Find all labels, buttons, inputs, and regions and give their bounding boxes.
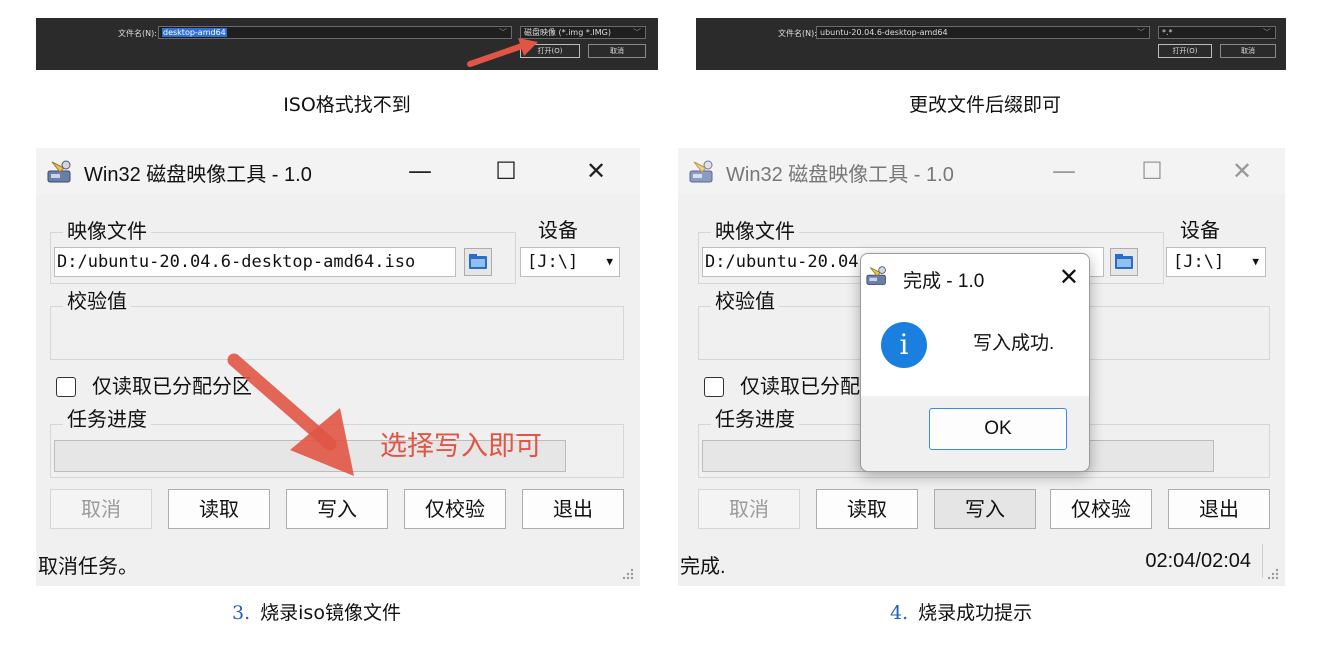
minimize-icon[interactable]: — (1044, 152, 1084, 190)
device-select[interactable]: [J:\] ▼ (1166, 247, 1266, 277)
caption-text: 烧录成功提示 (918, 602, 1033, 624)
disk-imager-app-icon (689, 160, 713, 183)
file-type-filter[interactable]: *.* ﹀ (1158, 26, 1276, 39)
dialog-message: 写入成功. (973, 333, 1055, 354)
chevron-down-icon: ▼ (1252, 255, 1259, 268)
status-text: 完成. (680, 556, 726, 578)
verify-only-button[interactable]: 仅校验 (404, 489, 506, 529)
folder-icon (469, 254, 487, 269)
cancel-button[interactable]: 取消 (50, 489, 152, 529)
filename-label: 文件名(N): (118, 29, 157, 38)
annotation-select-write: 选择写入即可 (380, 431, 542, 461)
chevron-down-icon[interactable]: ﹀ (1137, 27, 1145, 38)
annotation-arrow-icon (467, 38, 538, 67)
open-button[interactable]: 打开(O) (1158, 44, 1212, 58)
completion-dialog: 完成 - 1.0 ✕ i 写入成功. OK (860, 253, 1090, 472)
close-icon[interactable]: ✕ (576, 152, 616, 190)
device-select-value: [J:\] (527, 252, 579, 272)
filename-text: ubuntu-20.04.6-desktop-amd64 (820, 28, 948, 37)
caption-number: 4. (890, 602, 909, 624)
image-file-label: 映像文件 (711, 219, 799, 243)
device-select[interactable]: [J:\] ▼ (520, 247, 620, 277)
window-title: Win32 磁盘映像工具 - 1.0 (726, 164, 954, 186)
read-button[interactable]: 读取 (816, 489, 918, 529)
file-type-filter-value: *.* (1162, 28, 1173, 37)
caption-text: 烧录iso镜像文件 (260, 602, 401, 624)
title-bar[interactable]: Win32 磁盘映像工具 - 1.0 — ☐ ✕ (36, 148, 640, 194)
dialog-title: 完成 - 1.0 (903, 271, 985, 292)
file-dialog-strip-right: 文件名(N): ubuntu-20.04.6-desktop-amd64 ﹀ *… (696, 18, 1286, 70)
readonly-checkbox[interactable] (56, 377, 76, 397)
ok-button[interactable]: OK (929, 408, 1067, 450)
caption-change-suffix: 更改文件后缀即可 (908, 94, 1061, 116)
verify-only-button[interactable]: 仅校验 (1050, 489, 1152, 529)
close-icon[interactable]: ✕ (1222, 152, 1262, 190)
win32-disk-imager-window-left: Win32 磁盘映像工具 - 1.0 — ☐ ✕ 映像文件 D:/ubuntu-… (36, 148, 640, 586)
caption-number: 3. (232, 602, 251, 624)
maximize-icon[interactable]: ☐ (486, 152, 526, 190)
exit-button[interactable]: 退出 (1168, 489, 1270, 529)
filename-input[interactable]: desktop-amd64 ﹀ (158, 26, 512, 39)
hash-label: 校验值 (63, 289, 131, 313)
caption-burn-success: 4. 烧录成功提示 (890, 598, 1032, 625)
device-label: 设备 (1176, 218, 1224, 242)
browse-folder-button[interactable] (464, 248, 492, 276)
write-button[interactable]: 写入 (934, 489, 1036, 529)
chevron-down-icon: ▼ (606, 255, 613, 268)
caption-burn-iso: 3. 烧录iso镜像文件 (232, 598, 401, 625)
filename-selected-text: desktop-amd64 (162, 28, 227, 37)
device-select-value: [J:\] (1173, 252, 1225, 272)
resize-grip-icon[interactable] (620, 566, 634, 580)
dialog-body: 完成 - 1.0 ✕ i 写入成功. (861, 254, 1089, 396)
progress-label: 任务进度 (711, 407, 799, 431)
browse-folder-button[interactable] (1110, 248, 1138, 276)
image-file-label: 映像文件 (63, 219, 151, 243)
annotation-arrow-icon (227, 353, 354, 476)
hash-label: 校验值 (711, 289, 779, 313)
cancel-button[interactable]: 取消 (588, 44, 646, 58)
chevron-down-icon: ﹀ (1263, 28, 1271, 37)
progress-label: 任务进度 (63, 407, 151, 431)
status-separator (1262, 544, 1263, 578)
cancel-button[interactable]: 取消 (698, 489, 800, 529)
image-path-input[interactable]: D:/ubuntu-20.04.6-desktop-amd64.iso (54, 247, 456, 277)
folder-icon (1115, 254, 1133, 269)
caption-iso-not-found: ISO格式找不到 (283, 94, 411, 116)
minimize-icon[interactable]: — (400, 152, 440, 190)
status-text: 取消任务。 (38, 556, 138, 578)
read-button[interactable]: 读取 (168, 489, 270, 529)
elapsed-time: 02:04/02:04 (1145, 550, 1251, 572)
cancel-button[interactable]: 取消 (1220, 44, 1276, 58)
filename-label: 文件名(N): (778, 29, 817, 38)
title-bar[interactable]: Win32 磁盘映像工具 - 1.0 — ☐ ✕ (678, 148, 1285, 194)
chevron-down-icon: ﹀ (633, 28, 641, 37)
info-icon: i (881, 322, 927, 368)
write-button[interactable]: 写入 (286, 489, 388, 529)
window-title: Win32 磁盘映像工具 - 1.0 (84, 164, 312, 186)
resize-grip-icon[interactable] (1265, 566, 1279, 580)
readonly-checkbox[interactable] (704, 377, 724, 397)
file-dialog-strip-left: 文件名(N): desktop-amd64 ﹀ 磁盘映像 (*.img *.IM… (36, 18, 658, 70)
filename-input[interactable]: ubuntu-20.04.6-desktop-amd64 ﹀ (816, 26, 1150, 39)
device-label: 设备 (534, 218, 582, 242)
win32-disk-imager-window-right: Win32 磁盘映像工具 - 1.0 — ☐ ✕ 映像文件 D:/ubuntu-… (678, 148, 1285, 586)
exit-button[interactable]: 退出 (522, 489, 624, 529)
close-icon[interactable]: ✕ (1059, 260, 1079, 294)
disk-imager-app-icon (47, 160, 71, 183)
disk-imager-app-icon (866, 266, 886, 285)
maximize-icon[interactable]: ☐ (1132, 152, 1172, 190)
